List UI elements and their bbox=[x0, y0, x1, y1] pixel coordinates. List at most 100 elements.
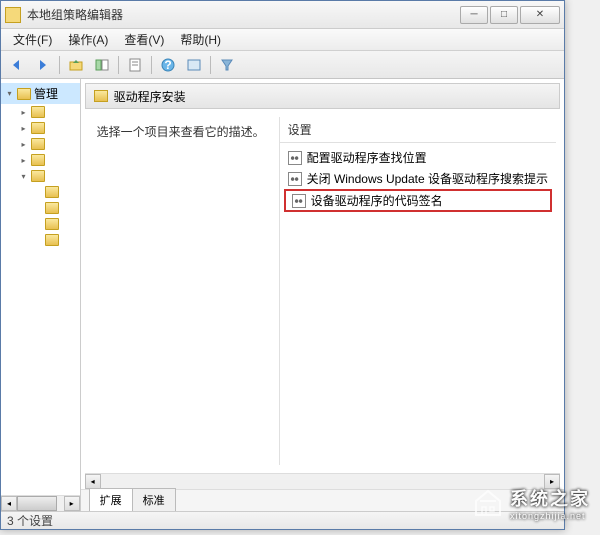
forward-arrow-icon bbox=[35, 58, 51, 72]
tree-item[interactable]: ▾ 管理 bbox=[1, 83, 80, 104]
folder-icon bbox=[45, 202, 59, 214]
properties-icon bbox=[127, 58, 143, 72]
expand-icon[interactable]: ▾ bbox=[19, 172, 28, 181]
tree-item[interactable]: ▸ bbox=[1, 152, 80, 168]
settings-column: 设置 ⦁⦁ 配置驱动程序查找位置 ⦁⦁ 关闭 Windows Update 设备… bbox=[279, 117, 556, 465]
show-hide-tree-button[interactable] bbox=[90, 54, 114, 76]
tree-horizontal-scrollbar[interactable]: ◂ ▸ bbox=[1, 495, 80, 511]
expand-icon[interactable]: ▸ bbox=[19, 108, 28, 117]
setting-label: 设备驱动程序的代码签名 bbox=[311, 192, 443, 209]
scroll-track[interactable] bbox=[17, 496, 64, 511]
folder-icon bbox=[31, 170, 45, 182]
folder-icon bbox=[94, 90, 108, 102]
menubar: 文件(F) 操作(A) 查看(V) 帮助(H) bbox=[1, 29, 564, 51]
policy-icon: ⦁⦁ bbox=[292, 194, 306, 208]
menu-view[interactable]: 查看(V) bbox=[116, 29, 172, 50]
help-icon: ? bbox=[160, 58, 176, 72]
help-button[interactable]: ? bbox=[156, 54, 180, 76]
folder-icon bbox=[45, 234, 59, 246]
main-header: 驱动程序安装 bbox=[85, 83, 560, 109]
settings-header[interactable]: 设置 bbox=[280, 117, 556, 143]
description-column: 选择一个项目来查看它的描述。 bbox=[89, 117, 279, 465]
tree-item[interactable]: ▾ bbox=[1, 168, 80, 184]
forward-button[interactable] bbox=[31, 54, 55, 76]
folder-icon bbox=[31, 122, 45, 134]
expand-icon[interactable]: ▸ bbox=[19, 124, 28, 133]
expand-icon[interactable]: ▸ bbox=[19, 156, 28, 165]
tree-item[interactable] bbox=[1, 216, 80, 232]
tree-toggle-icon bbox=[94, 58, 110, 72]
titlebar[interactable]: 本地组策略编辑器 ─ □ ✕ bbox=[1, 1, 564, 29]
settings-list: ⦁⦁ 配置驱动程序查找位置 ⦁⦁ 关闭 Windows Update 设备驱动程… bbox=[280, 143, 556, 216]
setting-item[interactable]: ⦁⦁ 配置驱动程序查找位置 bbox=[280, 147, 556, 168]
folder-icon bbox=[31, 154, 45, 166]
expand-icon[interactable]: ▾ bbox=[5, 89, 14, 98]
folder-icon bbox=[31, 138, 45, 150]
separator bbox=[210, 56, 211, 74]
watermark-sub: xitongzhijia.net bbox=[510, 511, 590, 521]
menu-action[interactable]: 操作(A) bbox=[60, 29, 116, 50]
tree-panel: ▾ 管理 ▸ ▸ ▸ ▸ bbox=[1, 79, 81, 511]
menu-help[interactable]: 帮助(H) bbox=[172, 29, 229, 50]
tree-item[interactable]: ▸ bbox=[1, 136, 80, 152]
folder-icon bbox=[45, 186, 59, 198]
content-area: ▾ 管理 ▸ ▸ ▸ ▸ bbox=[1, 79, 564, 511]
options-button[interactable] bbox=[182, 54, 206, 76]
main-panel: 驱动程序安装 选择一个项目来查看它的描述。 设置 ⦁⦁ 配置驱动程序查找位置 ⦁… bbox=[81, 79, 564, 511]
expand-icon bbox=[33, 188, 42, 197]
folder-icon bbox=[31, 106, 45, 118]
setting-label: 关闭 Windows Update 设备驱动程序搜索提示 bbox=[307, 170, 548, 187]
filter-button[interactable] bbox=[215, 54, 239, 76]
status-text: 3 个设置 bbox=[7, 512, 53, 529]
separator bbox=[118, 56, 119, 74]
tree-item[interactable] bbox=[1, 184, 80, 200]
watermark-text: 系统之家 xitongzhijia.net bbox=[510, 485, 590, 521]
app-window: 本地组策略编辑器 ─ □ ✕ 文件(F) 操作(A) 查看(V) 帮助(H) bbox=[0, 0, 565, 530]
watermark-house-icon bbox=[472, 487, 504, 519]
description-text: 选择一个项目来查看它的描述。 bbox=[97, 123, 271, 140]
setting-item-highlighted[interactable]: ⦁⦁ 设备驱动程序的代码签名 bbox=[284, 189, 552, 212]
toolbar: ? bbox=[1, 51, 564, 79]
watermark-main: 系统之家 bbox=[510, 485, 590, 511]
watermark: 系统之家 xitongzhijia.net bbox=[472, 485, 590, 521]
close-button[interactable]: ✕ bbox=[520, 6, 560, 24]
back-button[interactable] bbox=[5, 54, 29, 76]
scroll-left-arrow[interactable]: ◂ bbox=[1, 496, 17, 511]
app-icon bbox=[5, 7, 21, 23]
window-controls: ─ □ ✕ bbox=[460, 6, 560, 24]
expand-icon[interactable]: ▸ bbox=[19, 140, 28, 149]
setting-label: 配置驱动程序查找位置 bbox=[307, 149, 427, 166]
tree-item[interactable]: ▸ bbox=[1, 120, 80, 136]
tree-item[interactable] bbox=[1, 200, 80, 216]
svg-text:?: ? bbox=[164, 58, 171, 72]
tree-body: ▾ 管理 ▸ ▸ ▸ ▸ bbox=[1, 79, 80, 252]
properties-button[interactable] bbox=[123, 54, 147, 76]
back-arrow-icon bbox=[9, 58, 25, 72]
minimize-button[interactable]: ─ bbox=[460, 6, 488, 24]
options-icon bbox=[186, 58, 202, 72]
folder-up-icon bbox=[68, 58, 84, 72]
policy-icon: ⦁⦁ bbox=[288, 172, 302, 186]
expand-icon bbox=[33, 220, 42, 229]
tree-label: 管理 bbox=[34, 85, 58, 102]
menu-file[interactable]: 文件(F) bbox=[5, 29, 60, 50]
folder-icon bbox=[17, 88, 31, 100]
scroll-thumb[interactable] bbox=[17, 496, 57, 511]
tree-item[interactable] bbox=[1, 232, 80, 248]
scroll-right-arrow[interactable]: ▸ bbox=[64, 496, 80, 511]
policy-icon: ⦁⦁ bbox=[288, 151, 302, 165]
scroll-left-arrow[interactable]: ◂ bbox=[85, 474, 101, 489]
tab-extended[interactable]: 扩展 bbox=[89, 488, 133, 511]
setting-item[interactable]: ⦁⦁ 关闭 Windows Update 设备驱动程序搜索提示 bbox=[280, 168, 556, 189]
up-button[interactable] bbox=[64, 54, 88, 76]
separator bbox=[151, 56, 152, 74]
tree-item[interactable]: ▸ bbox=[1, 104, 80, 120]
window-title: 本地组策略编辑器 bbox=[27, 6, 460, 23]
folder-icon bbox=[45, 218, 59, 230]
expand-icon bbox=[33, 236, 42, 245]
maximize-button[interactable]: □ bbox=[490, 6, 518, 24]
expand-icon bbox=[33, 204, 42, 213]
tab-standard[interactable]: 标准 bbox=[132, 488, 176, 511]
filter-icon bbox=[219, 58, 235, 72]
main-header-title: 驱动程序安装 bbox=[114, 88, 186, 105]
